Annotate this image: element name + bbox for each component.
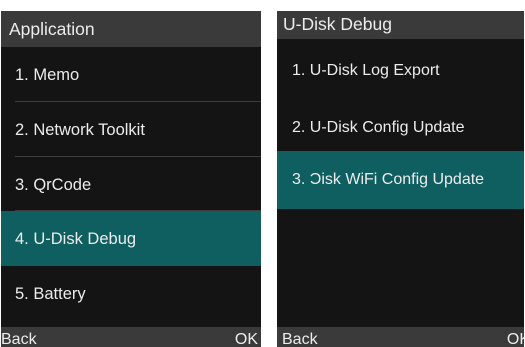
u-disk-debug-screen: U-Disk Debug 1. U-Disk Log Export 2. U-D… bbox=[277, 11, 524, 347]
ok-softkey[interactable]: OK bbox=[507, 327, 524, 347]
menu-item-u-disk-debug[interactable]: 4. U-Disk Debug bbox=[1, 211, 261, 266]
softkey-bar: Back OK bbox=[1, 327, 261, 347]
menu-item-label: 3. Ɔisk WiFi Config Update bbox=[292, 171, 485, 188]
menu-item-label: 1. Memo bbox=[15, 66, 80, 84]
back-softkey[interactable]: Back bbox=[282, 327, 318, 347]
menu-item-label: 1. U-Disk Log Export bbox=[292, 62, 440, 79]
menu-item-u-disk-wifi-config-update[interactable]: 3. Ɔisk WiFi Config Update bbox=[277, 151, 524, 209]
menu-item-label: 2. U-Disk Config Update bbox=[292, 119, 465, 136]
ok-softkey[interactable]: OK bbox=[235, 327, 258, 347]
menu-item-label: 5. Battery bbox=[15, 285, 86, 303]
menu-item-label: 2. Network Toolkit bbox=[15, 121, 145, 139]
softkey-bar: Back OK bbox=[277, 327, 524, 347]
menu-item-u-disk-log-export[interactable]: 1. U-Disk Log Export bbox=[277, 39, 524, 100]
screen-title: U-Disk Debug bbox=[277, 11, 524, 39]
application-screen: Application 1. Memo 2. Network Toolkit 3… bbox=[1, 11, 261, 347]
menu-item-battery[interactable]: 5. Battery bbox=[1, 266, 261, 321]
menu-item-memo[interactable]: 1. Memo bbox=[1, 47, 261, 102]
screen-title: Application bbox=[1, 11, 261, 47]
menu-item-qrcode[interactable]: 3. QrCode bbox=[1, 157, 261, 211]
menu-item-network-toolkit[interactable]: 2. Network Toolkit bbox=[1, 102, 261, 157]
back-softkey[interactable]: Back bbox=[1, 327, 37, 347]
menu-item-label: 4. U-Disk Debug bbox=[15, 230, 137, 248]
menu-item-u-disk-config-update[interactable]: 2. U-Disk Config Update bbox=[277, 100, 524, 151]
menu-item-label: 3. QrCode bbox=[15, 176, 92, 194]
